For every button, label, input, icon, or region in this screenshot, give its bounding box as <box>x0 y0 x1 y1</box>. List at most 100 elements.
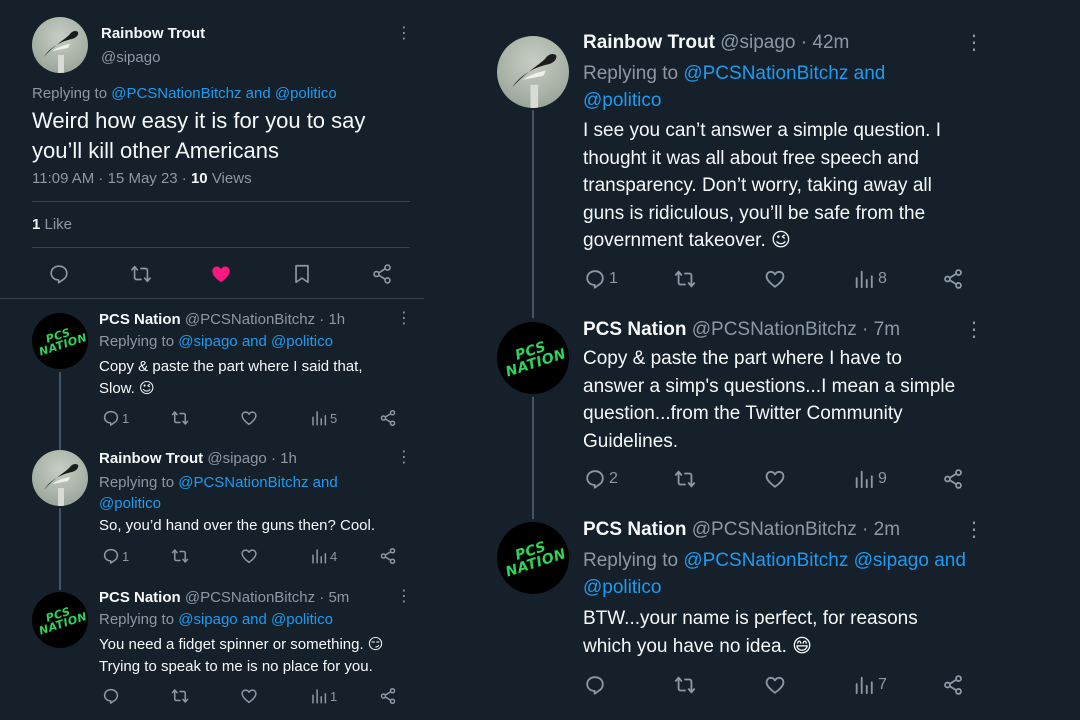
views-icon <box>312 411 327 426</box>
views-button[interactable]: 5 <box>310 409 337 427</box>
share-button[interactable] <box>942 674 964 696</box>
views-button[interactable]: 8 <box>853 268 887 290</box>
reply-button[interactable] <box>48 263 70 285</box>
reply-icon <box>586 470 604 489</box>
reply-text-line: Copy & paste the part where I have to <box>583 348 902 369</box>
retweet-button[interactable] <box>171 687 189 705</box>
reply-text-line: question...from the Twitter Community <box>583 403 903 424</box>
reply-text-line: You need a fidget spinner or something. … <box>99 636 384 653</box>
views-icon <box>312 689 327 704</box>
author-name[interactable]: Rainbow Trout <box>583 32 715 53</box>
share-button[interactable] <box>379 687 397 705</box>
avatar[interactable] <box>32 450 88 506</box>
tweet-timestamp[interactable]: 11:09 AM · 15 May 23 · <box>32 170 191 187</box>
avatar[interactable]: PCS NATION <box>32 592 88 648</box>
like-button[interactable] <box>240 409 258 427</box>
views-button[interactable]: 7 <box>853 674 887 696</box>
reply-text: So, you’d hand over the guns then? Cool. <box>99 517 376 534</box>
author-handle-time[interactable]: @PCSNationBitchz · 2m <box>692 519 900 540</box>
reply-button[interactable] <box>102 687 120 705</box>
retweet-button[interactable] <box>674 674 696 696</box>
replying-to-link[interactable]: @politico <box>583 87 885 114</box>
avatar[interactable] <box>32 17 88 73</box>
author-name[interactable]: PCS Nation <box>583 519 686 540</box>
reply-button[interactable]: 1 <box>102 547 129 565</box>
reply-button[interactable]: 1 <box>584 268 618 290</box>
bird-photo-icon <box>44 30 79 73</box>
replying-to-link[interactable]: @PCSNationBitchz and <box>683 63 885 84</box>
author-name[interactable]: PCS Nation <box>99 311 181 328</box>
replying-to-link[interactable]: @politico <box>99 493 338 514</box>
replying-to: Replying to @PCSNationBitchz and @politi… <box>583 60 885 114</box>
like-icon <box>241 411 257 426</box>
share-button[interactable] <box>942 268 964 290</box>
retweet-button[interactable] <box>171 547 189 565</box>
like-icon <box>765 676 785 694</box>
replying-to-link[interactable]: @PCSNationBitchz and @politico <box>111 85 337 102</box>
thread-line <box>532 397 534 519</box>
replying-to-link[interactable]: @sipago and @politico <box>178 611 333 628</box>
more-icon[interactable]: ⋮ <box>964 33 984 53</box>
like-button[interactable] <box>764 674 786 696</box>
author-name[interactable]: PCS Nation <box>99 589 181 606</box>
share-button[interactable] <box>371 263 393 285</box>
more-icon[interactable]: ⋮ <box>396 26 412 42</box>
share-button[interactable] <box>942 468 964 490</box>
author-name[interactable]: PCS Nation <box>583 319 686 340</box>
views-count: 1 <box>330 688 338 704</box>
like-button[interactable] <box>240 687 258 705</box>
share-button[interactable] <box>379 409 397 427</box>
replying-to-link[interactable]: @PCSNationBitchz @sipago and <box>683 550 966 571</box>
author-handle-time[interactable]: @PCSNationBitchz · 5m <box>185 589 349 606</box>
likes-summary[interactable]: 1 Like <box>32 216 72 233</box>
reply-header: PCS Nation @PCSNationBitchz · 2m <box>583 519 900 541</box>
reply-button[interactable]: 1 <box>102 409 129 427</box>
reply-icon <box>586 676 604 695</box>
replying-to-link[interactable]: @politico <box>583 574 966 601</box>
retweet-button[interactable] <box>130 263 152 285</box>
like-icon <box>241 549 257 564</box>
bookmark-button[interactable] <box>291 263 313 285</box>
more-icon[interactable]: ⋮ <box>964 520 984 540</box>
author-handle-time[interactable]: @PCSNationBitchz · 1h <box>185 311 345 328</box>
reply-button[interactable] <box>584 674 606 696</box>
replying-to: Replying to @PCSNationBitchz @sipago and… <box>583 547 966 601</box>
reply-header: Rainbow Trout @sipago · 1h <box>99 450 297 467</box>
author-handle-time[interactable]: @PCSNationBitchz · 7m <box>692 319 900 340</box>
avatar[interactable]: PCS NATION <box>497 522 569 594</box>
tweet-text-line: you’ll kill other Americans <box>32 138 279 163</box>
retweet-button[interactable] <box>171 409 189 427</box>
views-button[interactable]: 1 <box>310 687 337 705</box>
reply-button[interactable]: 2 <box>584 468 618 490</box>
tweet-meta: 11:09 AM · 15 May 23 · 10 Views <box>32 170 252 187</box>
avatar[interactable]: PCS NATION <box>32 313 88 369</box>
views-icon <box>855 470 873 489</box>
author-handle-time[interactable]: @sipago · 42m <box>720 32 849 53</box>
reply-text-line: Copy & paste the part where I said that, <box>99 358 363 375</box>
more-icon[interactable]: ⋮ <box>396 589 412 605</box>
retweet-button[interactable] <box>674 468 696 490</box>
replying-to-link[interactable]: @sipago and @politico <box>178 333 333 350</box>
author-name[interactable]: Rainbow Trout <box>101 25 205 42</box>
replying-prefix: Replying to <box>99 474 175 491</box>
author-name[interactable]: Rainbow Trout <box>99 450 203 467</box>
views-button[interactable]: 4 <box>310 547 337 565</box>
more-icon[interactable]: ⋮ <box>396 311 412 327</box>
views-button[interactable]: 9 <box>853 468 887 490</box>
more-icon[interactable]: ⋮ <box>396 450 412 466</box>
share-button[interactable] <box>379 547 397 565</box>
more-icon[interactable]: ⋮ <box>964 320 984 340</box>
replying-to-link[interactable]: @PCSNationBitchz and <box>178 474 337 491</box>
author-handle-time[interactable]: @sipago · 1h <box>207 450 296 467</box>
like-button[interactable] <box>210 263 232 285</box>
avatar[interactable]: PCS NATION <box>497 322 569 394</box>
reply-header: PCS Nation @PCSNationBitchz · 7m <box>583 319 900 341</box>
avatar[interactable] <box>497 36 569 108</box>
reply-icon <box>103 688 119 704</box>
retweet-button[interactable] <box>674 268 696 290</box>
like-button[interactable] <box>240 547 258 565</box>
reply-header: PCS Nation @PCSNationBitchz · 1h <box>99 311 345 328</box>
author-handle[interactable]: @sipago <box>101 49 160 66</box>
like-button[interactable] <box>764 468 786 490</box>
like-button[interactable] <box>764 268 786 290</box>
